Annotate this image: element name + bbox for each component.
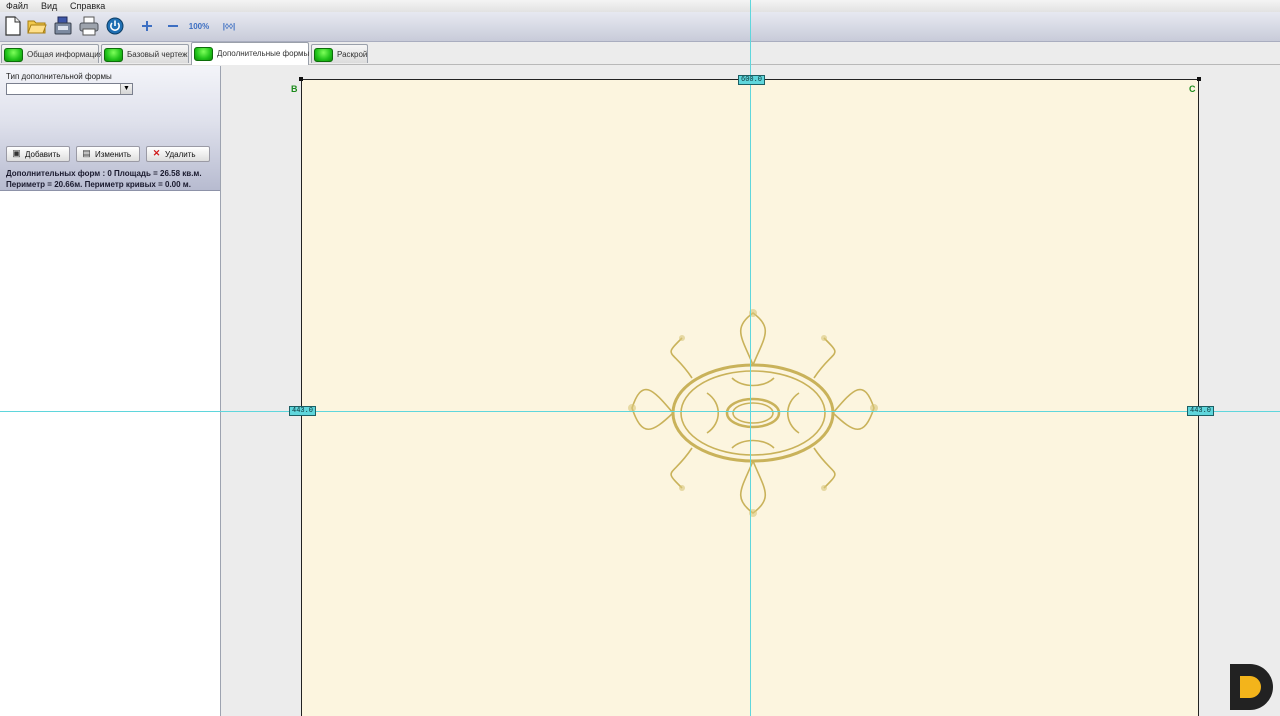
ceiling-rosette-ornament[interactable] [612,308,894,518]
exit-button[interactable] [104,15,126,37]
save-icon [54,16,72,35]
stats-line-forms-area: Дополнительных форм : 0 Площадь = 26.58 … [6,169,202,178]
left-panel: Тип дополнительной формы ▼ ▣ Добавить ▤ … [0,66,221,716]
menu-help[interactable]: Справка [70,1,105,11]
tab-base-drawing[interactable]: Базовый чертеж [101,44,189,63]
zoom-fit-icon: |◊◊| [222,21,236,31]
dimension-label-right[interactable]: 443.0 [1187,406,1215,416]
menu-file[interactable]: Файл [6,1,28,11]
forms-list[interactable] [0,191,220,716]
corner-label-c: C [1189,84,1196,94]
status-led-icon [4,48,23,62]
tab-label: Дополнительные формы [217,49,310,58]
zoom-100-button[interactable]: 100% [187,15,211,37]
delete-button-label: Удалить [165,150,196,159]
new-file-icon [5,16,21,36]
status-led-icon [194,47,213,61]
open-folder-icon [27,20,47,34]
tab-strip: Общая информация Базовый чертеж Дополнит… [0,42,1280,65]
tab-label: Раскрой [337,50,368,59]
zoom-in-icon [142,21,152,31]
add-button-label: Добавить [25,150,61,159]
add-button[interactable]: ▣ Добавить [6,146,70,162]
form-type-select[interactable]: ▼ [6,83,133,95]
form-type-label: Тип дополнительной формы [6,72,112,81]
zoom-out-icon [168,25,178,27]
chevron-down-icon[interactable]: ▼ [120,84,132,94]
delete-x-icon: ✕ [152,148,161,158]
edit-button[interactable]: ▤ Изменить [76,146,140,162]
stats-summary: Дополнительных форм : 0 Площадь = 26.58 … [6,168,202,190]
zoom-fit-button[interactable]: |◊◊| [216,15,242,37]
menu-view[interactable]: Вид [41,1,57,11]
tab-additional-forms[interactable]: Дополнительные формы [191,42,309,65]
dimension-label-top[interactable]: 600.0 [738,75,766,85]
open-button[interactable] [26,15,48,37]
dimension-label-left[interactable]: 443.0 [289,406,317,416]
edit-form-icon: ▤ [82,148,91,158]
zoom-in-button[interactable] [136,15,158,37]
vertex-handle-c[interactable] [1197,77,1201,81]
zoom-out-button[interactable] [162,15,184,37]
zoom-100-icon: 100% [188,21,210,31]
power-icon [106,17,124,35]
horizontal-guide-line [0,411,1280,412]
add-form-icon: ▣ [12,148,21,158]
corner-label-b: B [291,84,298,94]
vertex-handle-b[interactable] [299,77,303,81]
status-led-icon [104,48,123,62]
print-icon [79,16,99,36]
tab-cutting[interactable]: Раскрой [311,44,368,63]
vertical-guide-line [750,0,751,716]
tab-label: Базовый чертеж [127,50,188,59]
status-led-icon [314,48,333,62]
save-button[interactable] [52,15,74,37]
edit-button-label: Изменить [95,150,132,159]
tab-label: Общая информация [27,50,104,59]
stats-line-perimeter: Периметр = 20.66м. Периметр кривых = 0.0… [6,180,191,189]
delete-button[interactable]: ✕ Удалить [146,146,210,162]
toolbar: 100% |◊◊| [0,12,1280,42]
form-controls-panel: Тип дополнительной формы ▼ ▣ Добавить ▤ … [0,66,220,191]
brand-logo-icon [1230,664,1273,710]
print-button[interactable] [78,15,100,37]
new-file-button[interactable] [2,15,24,37]
tab-general-info[interactable]: Общая информация [1,44,103,63]
